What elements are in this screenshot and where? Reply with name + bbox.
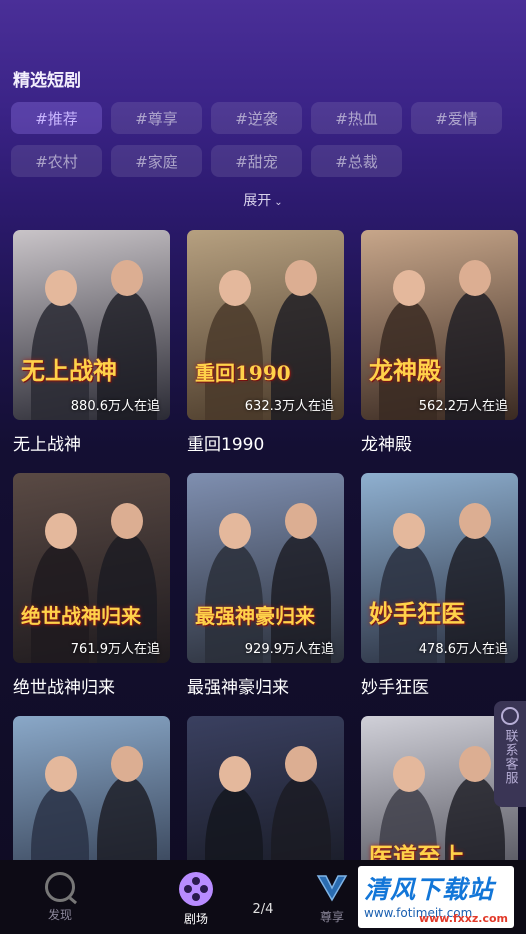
drama-poster[interactable]: 龙神殿 562.2万人在追 (361, 230, 518, 420)
tag-chip[interactable]: #尊享 (111, 102, 202, 134)
drama-view-count: 562.2万人在追 (418, 399, 508, 414)
drama-title: 绝世战神归来 (13, 678, 115, 698)
tag-chip[interactable]: #推荐 (11, 102, 102, 134)
drama-view-count: 478.6万人在追 (418, 642, 508, 657)
vip-icon (314, 872, 350, 904)
drama-title: 最强神豪归来 (187, 678, 289, 698)
tag-chip[interactable]: #爱情 (411, 102, 502, 134)
drama-card[interactable]: 绝世战神归来 761.9万人在追 绝世战神归来 (13, 473, 170, 698)
poster-title-art: 绝世战神归来 (21, 604, 141, 628)
drama-poster[interactable]: 无上战神 880.6万人在追 (13, 230, 170, 420)
expand-label: 展开 (243, 193, 272, 209)
tag-chip[interactable]: #逆袭 (211, 102, 302, 134)
site-watermark: 清风下载站 www.fotimeit.com www.fxxz.com (358, 866, 514, 928)
tag-chip[interactable]: #甜宠 (211, 145, 302, 177)
watermark-sub: www.fxxz.com (418, 912, 508, 925)
drama-view-count: 880.6万人在追 (70, 399, 160, 414)
drama-card[interactable]: 重回1990 632.3万人在追 重回1990 (187, 230, 344, 455)
discover-icon (45, 872, 75, 902)
drama-view-count: 761.9万人在追 (70, 642, 160, 657)
tag-list: #推荐 #尊享 #逆袭 #热血 #爱情 #农村 #家庭 #甜宠 #总裁 (11, 102, 511, 177)
tab-theater[interactable]: 剧场 (166, 872, 226, 927)
drama-card[interactable]: 龙神殿 562.2万人在追 龙神殿 (361, 230, 518, 455)
drama-poster[interactable]: 重回1990 632.3万人在追 (187, 230, 344, 420)
drama-poster[interactable]: 最强神豪归来 929.9万人在追 (187, 473, 344, 663)
drama-view-count: 929.9万人在追 (244, 642, 334, 657)
drama-card[interactable]: 妙手狂医 478.6万人在追 妙手狂医 (361, 473, 518, 698)
drama-title: 妙手狂医 (361, 678, 429, 698)
drama-title: 重回1990 (187, 435, 265, 455)
drama-title: 无上战神 (13, 435, 81, 455)
chevron-down-icon: ⌄ (274, 197, 283, 208)
tag-chip[interactable]: #家庭 (111, 145, 202, 177)
drama-title: 龙神殿 (361, 435, 412, 455)
poster-title-art: 最强神豪归来 (195, 604, 315, 628)
drama-card[interactable]: 最强神豪归来 929.9万人在追 最强神豪归来 (187, 473, 344, 698)
section-title: 精选短剧 (13, 71, 81, 91)
poster-title-art: 重回1990 (195, 361, 291, 385)
theater-icon (179, 872, 213, 906)
contact-label: 联系客服 (502, 729, 518, 785)
watermark-main: 清风下载站 (364, 875, 495, 904)
poster-title-art: 无上战神 (21, 356, 117, 385)
tag-chip[interactable]: #总裁 (311, 145, 402, 177)
poster-title-art: 龙神殿 (369, 356, 441, 385)
expand-button[interactable]: 展开 ⌄ (0, 190, 526, 210)
tag-chip[interactable]: #热血 (311, 102, 402, 134)
drama-poster[interactable]: 妙手狂医 478.6万人在追 (361, 473, 518, 663)
headset-icon (501, 707, 519, 725)
drama-poster[interactable]: 绝世战神归来 761.9万人在追 (13, 473, 170, 663)
tag-chip[interactable]: #农村 (11, 145, 102, 177)
drama-view-count: 632.3万人在追 (244, 399, 334, 414)
drama-card[interactable]: 无上战神 880.6万人在追 无上战神 (13, 230, 170, 455)
contact-service-button[interactable]: 联系客服 (494, 701, 526, 807)
poster-title-art: 妙手狂医 (369, 599, 465, 628)
tab-vip[interactable]: 尊享 (302, 872, 362, 925)
